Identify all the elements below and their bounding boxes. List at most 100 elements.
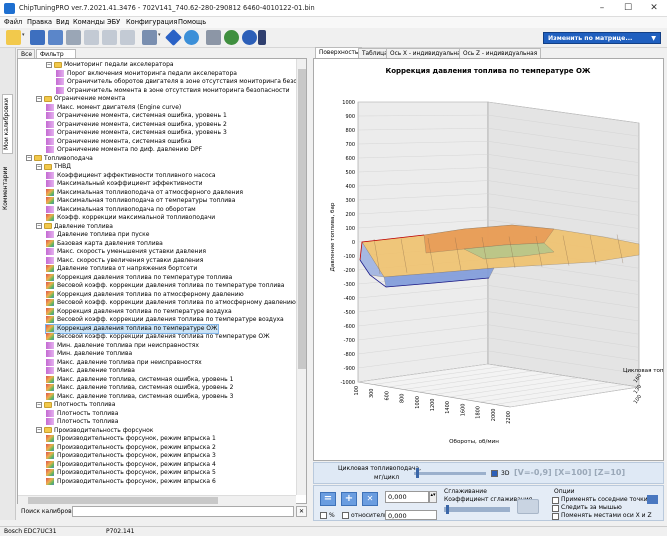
relative-checkbox[interactable]	[342, 512, 349, 519]
multiply-button[interactable]: ✕	[362, 492, 378, 506]
collapse-icon[interactable]: −	[36, 163, 42, 170]
save-icon[interactable]	[30, 30, 45, 45]
tab-my-calibrations[interactable]: Мои калибровки	[2, 94, 13, 154]
tree-item[interactable]: Ограничение момента, системная ошибка, у…	[46, 112, 227, 120]
tree-folder[interactable]: − Ограничение момента	[36, 95, 125, 103]
menu-ecu[interactable]: ЭБУ	[107, 18, 120, 26]
follow-mouse-checkbox[interactable]	[552, 505, 559, 512]
tree-item[interactable]: Макс. момент двигателя (Engine curve)	[46, 103, 181, 112]
tab-axis-x[interactable]: Ось X - индивидуальная	[386, 48, 469, 58]
open-dropdown-icon[interactable]: ▾	[22, 32, 25, 38]
tab-axis-z[interactable]: Ось Z - индивидуальная	[459, 48, 542, 58]
tree-item[interactable]: Весовой коэфф. коррекции давления топлив…	[46, 316, 284, 324]
tree-item[interactable]: Коэфф. коррекции максимальной топливопод…	[46, 214, 215, 222]
help-icon[interactable]	[242, 30, 257, 45]
surface-chart[interactable]: Коррекция давления топлива по температур…	[313, 58, 664, 461]
tree-horizontal-scrollbar[interactable]	[18, 495, 296, 504]
tree-item[interactable]: Макс. давление топлива при неисправностя…	[46, 358, 202, 367]
tree-item[interactable]: Максимальная топливоподача от температур…	[46, 197, 235, 205]
tree-item[interactable]: Макс. давление топлива, системная ошибка…	[46, 392, 233, 401]
open-icon[interactable]	[6, 30, 21, 45]
navigate-icon[interactable]	[165, 29, 182, 46]
tab-comments[interactable]: Комментарии	[2, 158, 13, 218]
tree-folder[interactable]: − Давление топлива	[36, 223, 113, 231]
save-as-icon[interactable]	[48, 30, 63, 45]
tree-item[interactable]: Мин. давление топлива при неисправностях	[46, 341, 199, 350]
tree-item[interactable]: Коррекция давления топлива по атмосферно…	[46, 290, 244, 299]
tab-all[interactable]: Все	[17, 49, 35, 58]
tree-item[interactable]: Ограничение момента, системная ошибка, у…	[46, 129, 227, 137]
search-clear-icon[interactable]: ✕	[296, 506, 307, 517]
tree-item[interactable]: Весовой коэфф. коррекции давления топлив…	[46, 299, 296, 307]
tree-item[interactable]: Макс. давление топлива, системная ошибка…	[46, 384, 233, 392]
smooth-apply-icon[interactable]	[517, 499, 539, 514]
tools-icon[interactable]	[206, 30, 221, 45]
tree-folder[interactable]: − ТНВД	[36, 163, 71, 171]
maximize-icon[interactable]: ☐	[615, 0, 641, 17]
menu-help[interactable]: Помощь	[178, 18, 206, 26]
paste-icon[interactable]	[102, 30, 117, 45]
grid-options-icon[interactable]	[647, 495, 658, 504]
tree-item[interactable]: Весовой коэфф. коррекции давления топлив…	[46, 333, 270, 341]
tree-item[interactable]: Максимальная топливоподача по оборотам	[46, 205, 196, 214]
compare-icon[interactable]	[142, 30, 157, 45]
value-input[interactable]: 0,000	[385, 491, 429, 503]
fuel-slider[interactable]	[414, 472, 486, 475]
tree-vertical-scrollbar[interactable]	[296, 59, 306, 495]
collapse-icon[interactable]: −	[26, 155, 32, 161]
menu-edit[interactable]: Правка	[27, 18, 52, 26]
tree-item[interactable]: Макс. скорость уменьшения уставки давлен…	[46, 248, 206, 256]
menu-commands[interactable]: Команды	[73, 18, 105, 26]
tree-item[interactable]: Производительность форсунок, режим впрыс…	[46, 452, 216, 460]
tree-item[interactable]: Ограничитель оборотов двигателя в зоне о…	[56, 78, 306, 86]
collapse-icon[interactable]: −	[36, 223, 42, 229]
tree-item[interactable]: Максимальный коэффициент эффективности	[46, 180, 203, 188]
tree-hscroll-thumb[interactable]	[28, 497, 218, 504]
collapse-icon[interactable]: −	[36, 427, 42, 433]
tree-item[interactable]: Коэффициент эффективности топливного нас…	[46, 171, 216, 180]
menu-view[interactable]: Вид	[56, 18, 69, 26]
tree-folder[interactable]: − Производительность форсунок	[36, 427, 153, 435]
tree-item[interactable]: Мин. давление топлива	[46, 350, 132, 358]
fuel-slider-thumb[interactable]	[416, 468, 419, 478]
equals-button[interactable]: =	[320, 492, 336, 506]
collapse-icon[interactable]: −	[36, 95, 42, 102]
neighbor-points-checkbox[interactable]	[552, 497, 559, 504]
tree-item[interactable]: Максимальная топливоподача от атмосферно…	[46, 188, 243, 197]
menu-config[interactable]: Конфигурация	[126, 18, 177, 26]
tree-item[interactable]: Коррекция давления топлива по температур…	[46, 273, 232, 282]
collapse-icon[interactable]: −	[36, 401, 42, 408]
tree-item[interactable]: Коррекция давления топлива по температур…	[46, 307, 232, 316]
tree-item[interactable]: Макс. давление топлива	[46, 367, 135, 375]
minimize-icon[interactable]: –	[589, 0, 615, 17]
tree-item[interactable]: Производительность форсунок, режим впрыс…	[46, 443, 216, 452]
tree-item[interactable]: Производительность форсунок, режим впрыс…	[46, 460, 216, 469]
percent-checkbox[interactable]	[320, 512, 327, 519]
tree-item[interactable]: Макс. давление топлива, системная ошибка…	[46, 375, 233, 384]
collapse-icon[interactable]: −	[46, 61, 52, 68]
tree-item[interactable]: Плотность топлива	[46, 409, 118, 418]
tree-item[interactable]: Макс. скорость увеличения уставки давлен…	[46, 256, 203, 265]
3d-checkbox[interactable]	[491, 470, 498, 477]
calibration-search-input[interactable]	[72, 506, 294, 517]
tree-item[interactable]: Порог включения мониторинга педали аксел…	[56, 69, 237, 78]
add-button[interactable]: +	[341, 492, 357, 506]
tree-scroll-thumb[interactable]	[298, 69, 306, 369]
close-icon[interactable]: ✕	[641, 0, 667, 17]
copy-icon[interactable]	[84, 30, 99, 45]
tab-filter[interactable]: Фильтр	[36, 49, 76, 58]
tree-item[interactable]: Ограничение момента, системная ошибка	[46, 137, 192, 146]
tree-item[interactable]: Давление топлива при пуске	[46, 231, 149, 239]
tree-item[interactable]: Производительность форсунок, режим впрыс…	[46, 477, 216, 486]
tree-item[interactable]: Весовой коэфф. коррекции давления топлив…	[46, 282, 284, 290]
checksum-icon[interactable]	[184, 30, 199, 45]
tree-item[interactable]: Ограничение момента, системная ошибка, у…	[46, 120, 227, 129]
tree-item[interactable]: Производительность форсунок, режим впрыс…	[46, 435, 216, 443]
tab-surface[interactable]: Поверхность	[315, 47, 363, 58]
tree-item[interactable]: Давление топлива от напряжения бортсети	[46, 265, 197, 273]
tree-folder[interactable]: − Топливоподача	[26, 155, 93, 163]
tree-folder[interactable]: − Мониторинг педали акселератора	[46, 61, 174, 69]
tree-item[interactable]: Производительность форсунок, режим впрыс…	[46, 469, 216, 477]
surface-svg[interactable]: Коррекция давления топлива по температур…	[314, 59, 663, 460]
tree-item[interactable]: Ограничитель момента в зоне отсутствия м…	[56, 86, 290, 95]
